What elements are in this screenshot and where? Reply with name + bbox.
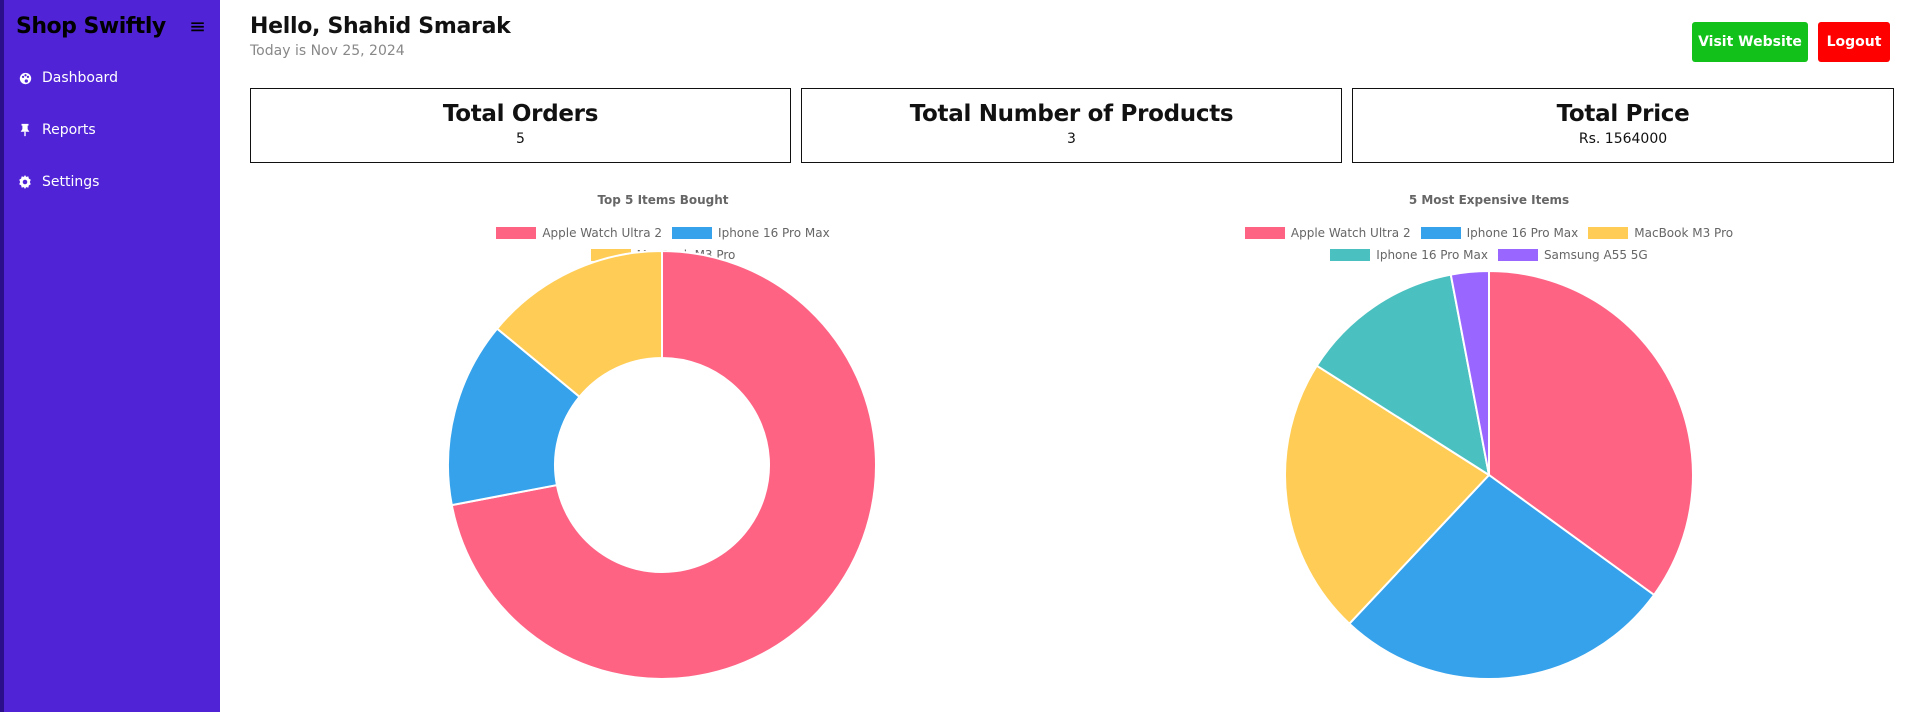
chart-title-most-expensive: 5 Most Expensive Items (1408, 193, 1570, 207)
palette-icon (18, 71, 32, 85)
legend-swatch (1330, 249, 1371, 261)
greeting-block: Hello, Shahid Smarak Today is Nov 25, 20… (250, 14, 511, 59)
legend-item[interactable]: MacBook M3 Pro (1588, 222, 1733, 244)
legend-item[interactable]: Iphone 16 Pro Max (672, 222, 830, 244)
legend-label: Samsung A55 5G (1543, 248, 1648, 262)
stat-value: Rs. 1564000 (1578, 131, 1668, 147)
legend-swatch (496, 227, 537, 239)
legend-label: Iphone 16 Pro Max (1376, 248, 1488, 262)
chart-legend-most-expensive: Apple Watch Ultra 2 Iphone 16 Pro Max MacB… (1234, 222, 1744, 266)
legend-swatch (1588, 227, 1629, 239)
legend-swatch (1420, 227, 1461, 239)
stat-value: 3 (1067, 131, 1076, 147)
legend-label: Iphone 16 Pro Max (1466, 226, 1579, 240)
legend-item[interactable]: Apple Watch Ultra 2 (1244, 222, 1411, 244)
chart-title-top-items: Top 5 Items Bought (597, 193, 729, 207)
legend-label: Iphone 16 Pro Max (718, 226, 830, 240)
legend-label: Apple Watch Ultra 2 (1290, 226, 1411, 240)
visit-website-button[interactable]: Visit Website (1692, 22, 1808, 62)
stat-title: Total Number of Products (909, 101, 1234, 127)
page-title: Hello, Shahid Smarak (250, 14, 511, 39)
stat-value: 5 (516, 131, 525, 147)
sidebar-item-label: Dashboard (42, 70, 118, 86)
logout-button[interactable]: Logout (1818, 22, 1890, 62)
legend-swatch (672, 227, 713, 239)
brand-row: Shop Swiftly ≡ (4, 0, 220, 52)
legend-item[interactable]: Iphone 16 Pro Max (1330, 244, 1488, 266)
sidebar-item-reports[interactable]: Reports (4, 104, 220, 156)
legend-swatch (1497, 249, 1538, 261)
sidebar-item-label: Reports (42, 122, 96, 138)
stat-card-total-products: Total Number of Products 3 (801, 88, 1342, 163)
stat-card-total-orders: Total Orders 5 (250, 88, 791, 163)
current-date: Today is Nov 25, 2024 (250, 43, 405, 59)
doughnut-chart-top-items (447, 249, 877, 680)
legend-item[interactable]: Iphone 16 Pro Max (1420, 222, 1579, 244)
gear-icon (18, 175, 32, 189)
pie-chart-most-expensive (1284, 270, 1694, 680)
legend-label: Apple Watch Ultra 2 (542, 226, 663, 240)
stat-title: Total Price (1556, 101, 1690, 127)
menu-toggle-icon[interactable]: ≡ (189, 14, 206, 38)
main-content: Hello, Shahid Smarak Today is Nov 25, 20… (220, 0, 1919, 712)
stat-card-total-price: Total Price Rs. 1564000 (1352, 88, 1894, 163)
sidebar-item-settings[interactable]: Settings (4, 156, 220, 208)
legend-item[interactable]: Samsung A55 5G (1497, 244, 1648, 266)
legend-label: MacBook M3 Pro (1634, 226, 1734, 240)
legend-swatch (1244, 227, 1285, 239)
sidebar-item-dashboard[interactable]: Dashboard (4, 52, 220, 104)
sidebar: Shop Swiftly ≡ Dashboard Reports Setting… (0, 0, 220, 712)
pin-icon (18, 123, 32, 137)
sidebar-item-label: Settings (42, 174, 100, 190)
legend-item[interactable]: Apple Watch Ultra 2 (496, 222, 662, 244)
stat-title: Total Orders (442, 101, 599, 127)
brand-title: Shop Swiftly (16, 13, 166, 39)
